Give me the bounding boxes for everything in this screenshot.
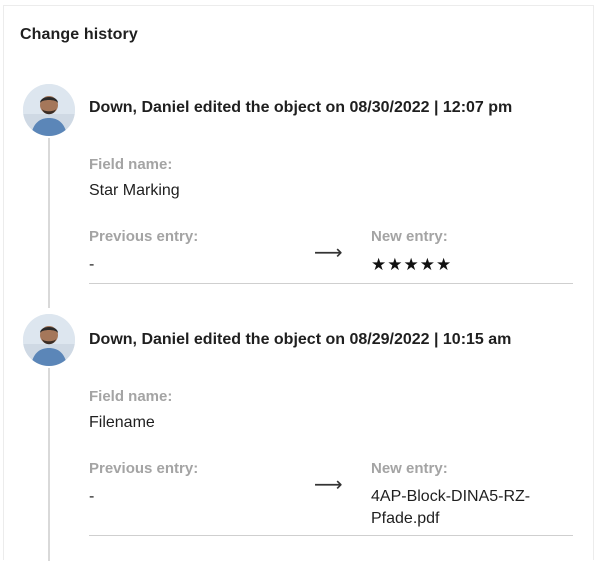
user-avatar-icon xyxy=(23,314,75,366)
field-name-label: Field name: xyxy=(89,388,173,405)
panel-title: Change history xyxy=(20,26,138,43)
user-avatar-icon xyxy=(23,84,75,136)
arrow-right-icon: ⟶ xyxy=(314,474,343,496)
entry-divider xyxy=(89,283,573,284)
new-entry-label: New entry: xyxy=(371,228,448,245)
timeline-line xyxy=(48,138,50,308)
entry-divider xyxy=(89,535,573,536)
avatar xyxy=(23,314,75,366)
previous-entry-label: Previous entry: xyxy=(89,460,199,477)
field-name-label: Field name: xyxy=(89,156,173,173)
timeline-line xyxy=(48,368,50,561)
new-entry-label: New entry: xyxy=(371,460,448,477)
star-rating-value: ★★★★★ xyxy=(371,255,453,274)
entry-header: Down, Daniel edited the object on 08/29/… xyxy=(89,331,512,348)
previous-entry-value: - xyxy=(89,256,95,273)
change-history-panel: Change history Down, Daniel edited the o… xyxy=(3,5,594,561)
avatar xyxy=(23,84,75,136)
previous-entry-label: Previous entry: xyxy=(89,228,199,245)
field-name-value: Star Marking xyxy=(89,182,180,199)
previous-entry-value: - xyxy=(89,488,95,505)
new-entry-value: 4AP-Block-DINA5-RZ-Pfade.pdf xyxy=(371,488,531,527)
entry-header: Down, Daniel edited the object on 08/30/… xyxy=(89,99,513,116)
field-name-value: Filename xyxy=(89,414,155,431)
arrow-right-icon: ⟶ xyxy=(314,242,343,264)
